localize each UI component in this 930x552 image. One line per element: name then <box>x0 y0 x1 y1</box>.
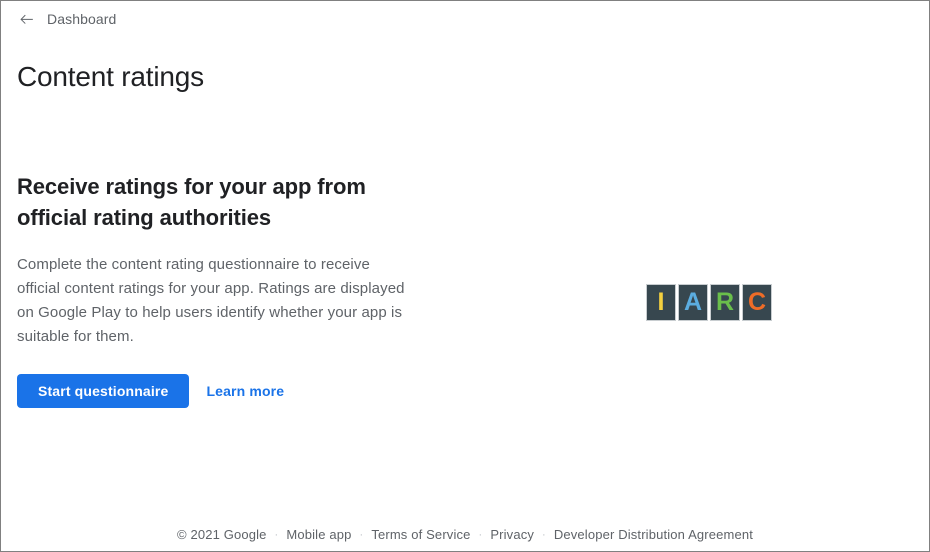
back-link-label: Dashboard <box>47 11 117 27</box>
learn-more-link[interactable]: Learn more <box>206 383 284 399</box>
arrow-left-icon <box>17 10 36 29</box>
iarc-logo: IARC <box>646 284 772 321</box>
empty-state-heading: Receive ratings for your app from offici… <box>17 174 366 230</box>
footer-separator: · <box>478 528 483 541</box>
footer-separator: · <box>274 528 279 541</box>
content-ratings-page: Dashboard Content ratings Receive rating… <box>0 0 930 552</box>
iarc-tile-r: R <box>710 284 740 321</box>
footer: © 2021 Google · Mobile app · Terms of Servic… <box>1 527 929 542</box>
footer-item-mobile-app[interactable]: Mobile app <box>286 527 351 542</box>
footer-separator: · <box>359 528 364 541</box>
empty-state-panel: Receive ratings for your app from offici… <box>17 171 417 408</box>
iarc-tile-i: I <box>646 284 676 321</box>
footer-separator: · <box>542 528 546 541</box>
back-to-dashboard-link[interactable]: Dashboard <box>17 10 116 29</box>
iarc-tile-c: C <box>742 284 772 321</box>
footer-item-developer-distribution-agreement[interactable]: Developer Distribution Agreement <box>554 527 753 542</box>
iarc-tile-a: A <box>678 284 708 321</box>
footer-item-terms-of-service[interactable]: Terms of Service <box>371 527 470 542</box>
footer-item-privacy[interactable]: Privacy <box>490 527 534 542</box>
footer-item-2021-google: © 2021 Google <box>176 527 267 542</box>
empty-state-description: Complete the content rating questionnair… <box>17 256 405 345</box>
action-row: Start questionnaire Learn more <box>17 374 417 408</box>
start-questionnaire-button[interactable]: Start questionnaire <box>17 374 190 408</box>
page-title: Content ratings <box>17 60 204 92</box>
